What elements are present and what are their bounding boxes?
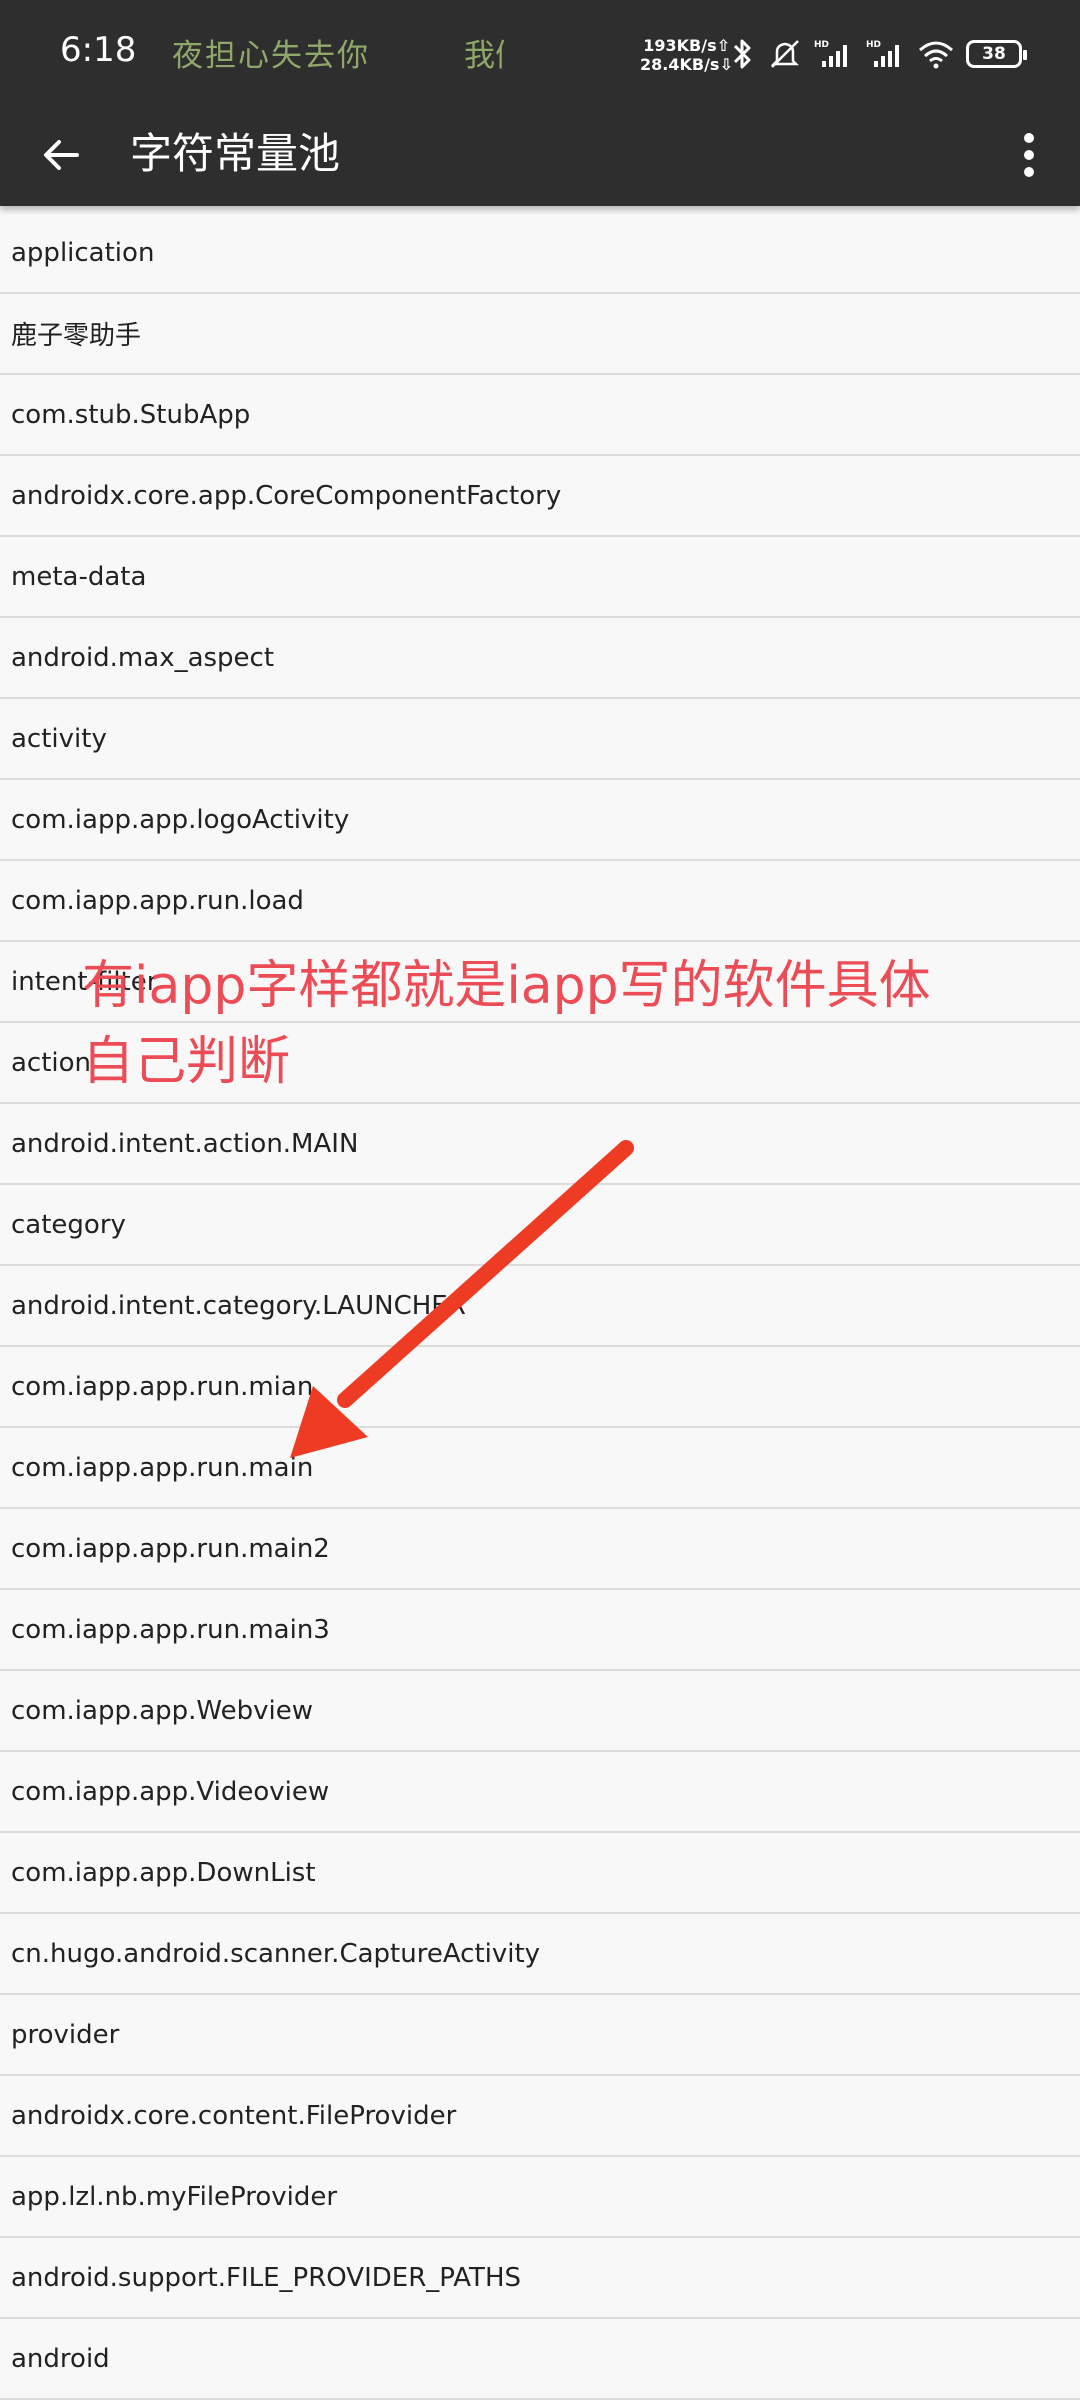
string-pool-item[interactable]: com.iapp.app.run.load: [0, 861, 1080, 942]
more-vertical-icon: [1024, 133, 1034, 143]
status-lyric-fragment: 我们: [464, 38, 504, 74]
string-pool-item[interactable]: com.iapp.app.run.mian: [0, 1347, 1080, 1428]
string-pool-item[interactable]: activity: [0, 699, 1080, 780]
hd-signal-icon: HD: [814, 37, 854, 71]
more-vertical-icon: [1024, 150, 1034, 160]
string-pool-item[interactable]: android.intent.category.LAUNCHER: [0, 1266, 1080, 1347]
string-pool-item[interactable]: app.lzl.nb.myFileProvider: [0, 2157, 1080, 2238]
string-pool-item[interactable]: android.support.FILE_PROVIDER_PATHS: [0, 2238, 1080, 2319]
more-vertical-icon: [1024, 167, 1034, 177]
string-pool-item[interactable]: com.iapp.app.run.main3: [0, 1590, 1080, 1671]
string-pool-item[interactable]: android: [0, 2319, 1080, 2400]
network-speed: 193KB/s⇧ 28.4KB/s⇩: [640, 36, 733, 74]
page-title: 字符常量池: [130, 129, 341, 178]
hd-signal-icon: HD: [866, 37, 906, 71]
string-pool-item[interactable]: com.iapp.app.DownList: [0, 1833, 1080, 1914]
string-pool-item[interactable]: androidx.core.content.FileProvider: [0, 2076, 1080, 2157]
string-pool-item[interactable]: category: [0, 1185, 1080, 1266]
string-pool-item[interactable]: com.stub.StubApp: [0, 375, 1080, 456]
wifi-icon: [918, 39, 954, 69]
svg-text:HD: HD: [814, 40, 829, 50]
string-pool-item[interactable]: androidx.core.app.CoreComponentFactory: [0, 456, 1080, 537]
annotation-text: 有iapp字样都就是iapp写的软件具体 自己判断: [82, 948, 982, 1100]
string-pool-item[interactable]: com.iapp.app.run.main: [0, 1428, 1080, 1509]
mute-icon: [768, 37, 802, 71]
string-pool-item[interactable]: com.iapp.app.run.main2: [0, 1509, 1080, 1590]
status-bar: 6:18 夜担心失去你 我们 193KB/s⇧ 28.4KB/s⇩ HD HD …: [0, 0, 1080, 104]
string-pool-item[interactable]: com.iapp.app.Videoview: [0, 1752, 1080, 1833]
annotation-line: 自己判断: [82, 1032, 291, 1092]
string-pool-item[interactable]: com.iapp.app.Webview: [0, 1671, 1080, 1752]
annotation-line: 有iapp字样都就是iapp写的软件具体: [82, 956, 931, 1016]
string-pool-item[interactable]: meta-data: [0, 537, 1080, 618]
string-pool-item[interactable]: application: [0, 213, 1080, 294]
svg-text:HD: HD: [866, 40, 881, 50]
string-pool-item[interactable]: provider: [0, 1995, 1080, 2076]
status-icons: HD HD 38: [730, 34, 1027, 74]
string-pool-item[interactable]: android.max_aspect: [0, 618, 1080, 699]
string-pool-item[interactable]: com.iapp.app.logoActivity: [0, 780, 1080, 861]
more-options-button[interactable]: [998, 124, 1060, 186]
status-lyric: 夜担心失去你: [172, 38, 370, 74]
network-download-speed: 28.4KB/s⇩: [640, 55, 733, 74]
battery-icon: 38: [966, 40, 1027, 68]
string-pool-item[interactable]: cn.hugo.android.scanner.CaptureActivity: [0, 1914, 1080, 1995]
arrow-left-icon: [44, 140, 79, 170]
string-pool-item[interactable]: 鹿子零助手: [0, 294, 1080, 375]
app-bar: 字符常量池: [0, 104, 1080, 206]
network-upload-speed: 193KB/s⇧: [643, 36, 730, 55]
back-button[interactable]: [30, 124, 92, 186]
string-pool-list: application 鹿子零助手 com.stub.StubApp andro…: [0, 213, 1080, 2400]
string-pool-item[interactable]: android.intent.action.MAIN: [0, 1104, 1080, 1185]
status-time: 6:18: [60, 30, 137, 70]
bluetooth-icon: [730, 37, 756, 71]
